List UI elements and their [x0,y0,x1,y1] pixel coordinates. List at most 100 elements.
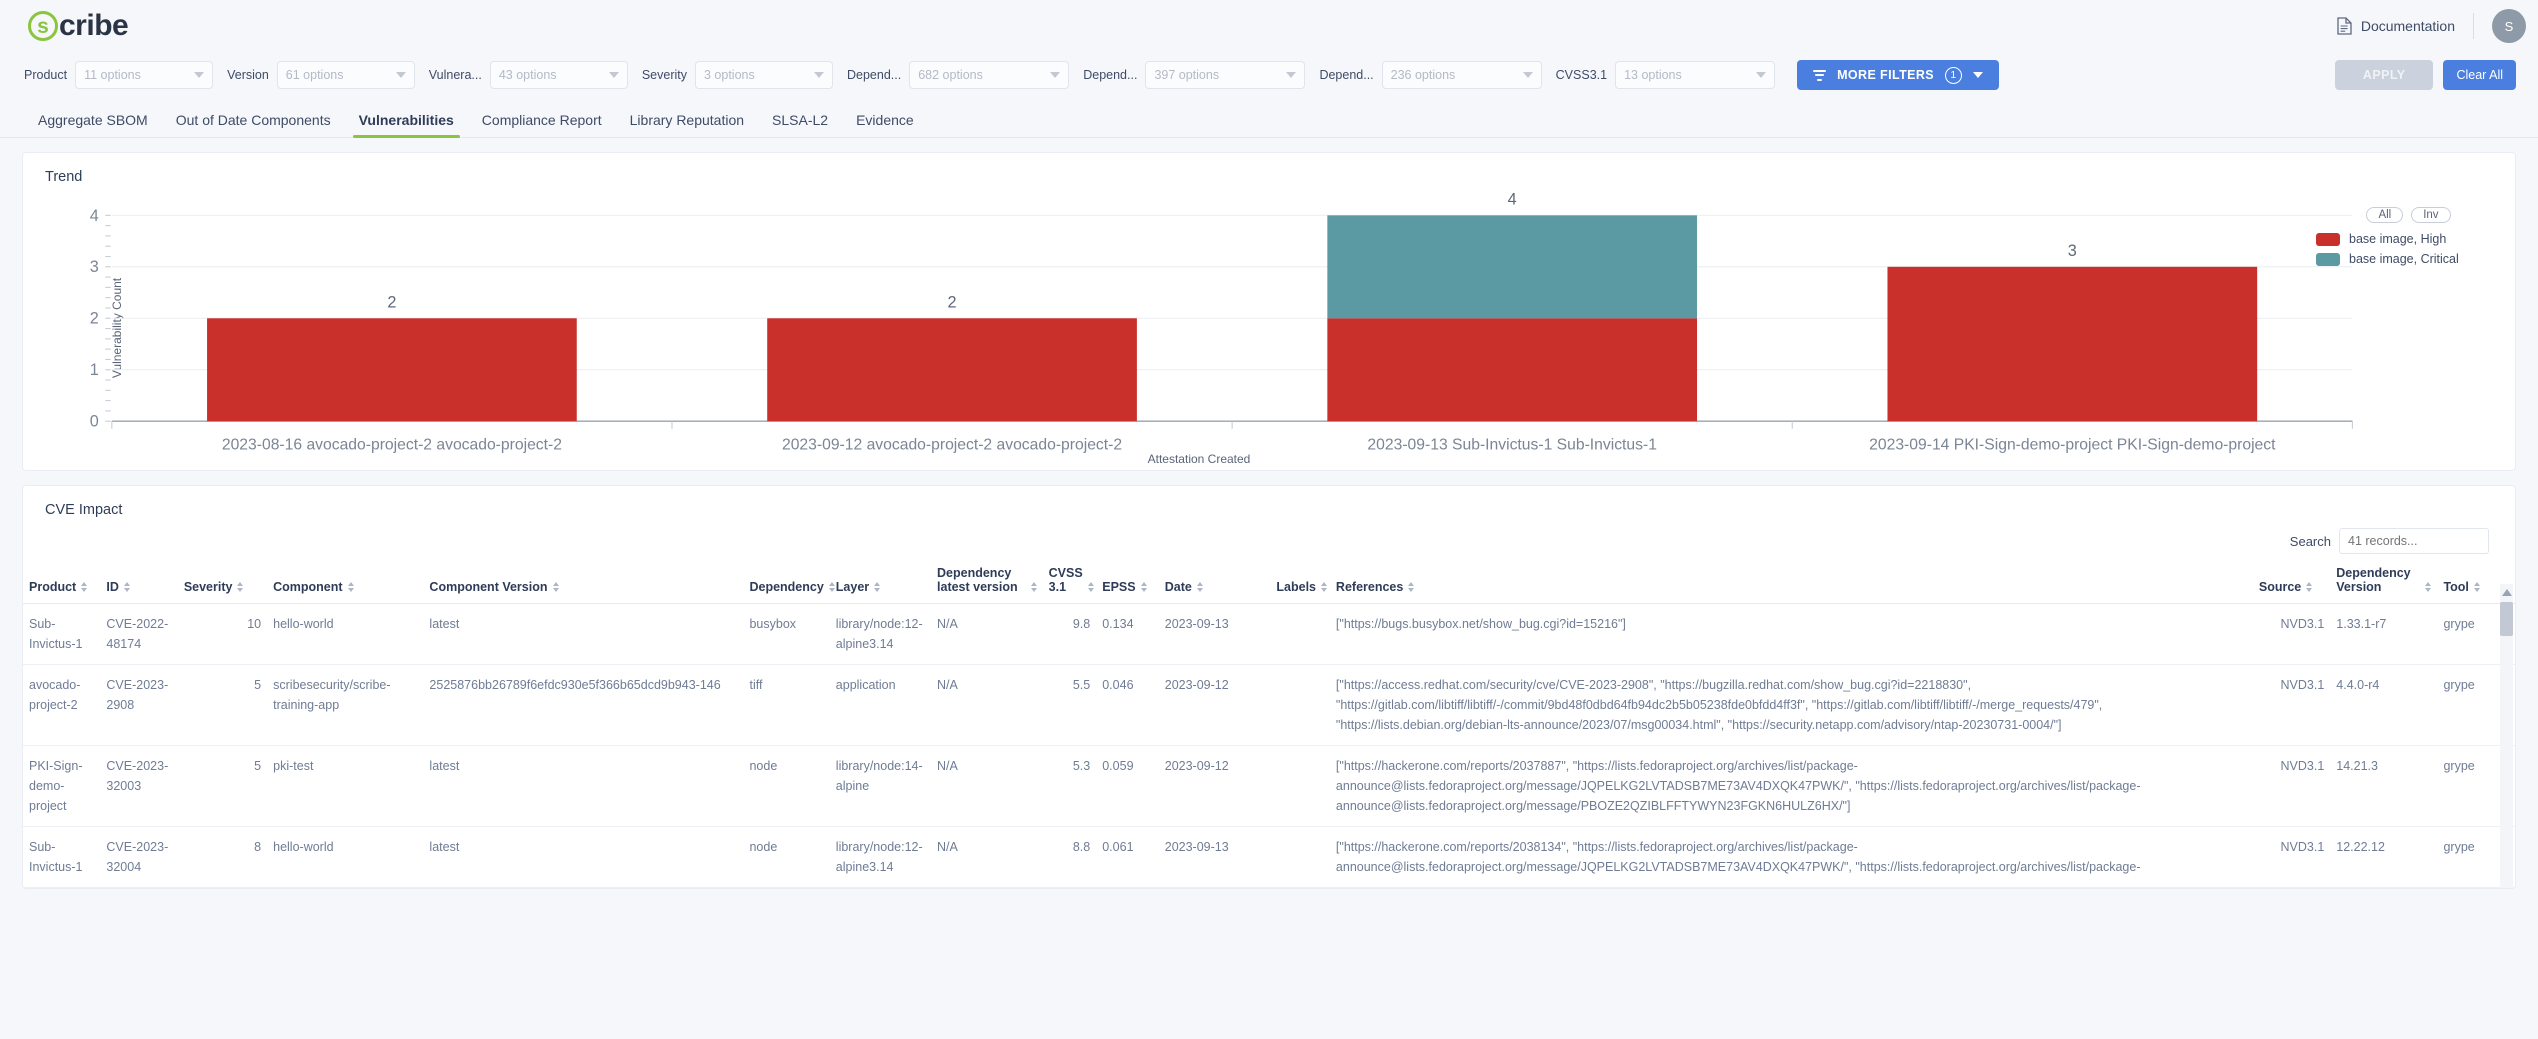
tab-aggregate-sbom[interactable]: Aggregate SBOM [24,112,162,137]
cell-id: CVE-2023-32004 [100,826,178,888]
cell-dependency-latest-version: N/A [931,826,1043,888]
filter-label-dependency-2: Depend... [1083,68,1138,82]
more-filters-count-badge: 1 [1945,66,1963,84]
cell-labels [1270,826,1330,888]
cell-id: CVE-2022-48174 [100,603,178,665]
filter-product: Product 11 options [24,61,214,89]
col-dependency-version[interactable]: Dependency Version [2330,562,2438,604]
tab-out-of-date-components[interactable]: Out of Date Components [162,112,345,137]
cell-dependency-version: 1.33.1-r7 [2330,603,2438,665]
cell-date: 2023-09-13 [1158,603,1271,665]
dependency-3-select[interactable]: 236 options [1381,61,1542,89]
table-row[interactable]: PKI-Sign-demo-project CVE-2023-32003 5 pki-… [23,745,2515,827]
col-epss[interactable]: EPSS [1096,562,1159,604]
cell-dependency: tiff [743,664,830,746]
severity-select[interactable]: 3 options [695,61,833,89]
scroll-up-button[interactable] [2500,584,2513,600]
col-layer[interactable]: Layer [829,562,932,604]
tab-slsa-l2[interactable]: SLSA-L2 [758,112,842,137]
svg-text:3: 3 [90,258,99,276]
chart-x-axis-title: Attestation Created [1147,452,1251,466]
cell-component: hello-world [267,603,424,665]
tab-library-reputation[interactable]: Library Reputation [616,112,758,137]
cell-cvss31: 9.8 [1042,603,1097,665]
more-filters-button[interactable]: MORE FILTERS 1 [1797,60,2000,90]
col-cvss31[interactable]: CVSS 3.1 [1042,562,1097,604]
trend-chart: Vulnerability Count 0 1 2 3 4 2 2023-08-16 avo… [23,185,2515,470]
filter-bar: Product 11 options Version 61 options Vu… [0,52,2538,98]
legend-label-critical: base image, Critical [2349,252,2459,266]
scrollbar-thumb[interactable] [2500,602,2513,636]
col-date[interactable]: Date [1158,562,1271,604]
col-severity[interactable]: Severity [177,562,268,604]
cell-severity: 5 [177,745,268,827]
version-select[interactable]: 61 options [276,61,415,89]
cvss31-select-value: 13 options [1624,68,1682,82]
search-input[interactable] [2339,528,2489,554]
cell-component-version: latest [423,603,744,665]
svg-text:2: 2 [90,310,99,328]
table-row[interactable]: Sub-Invictus-1 CVE-2022-48174 10 hello-worl… [23,603,2515,665]
version-select-value: 61 options [285,68,344,82]
legend-item-critical[interactable]: base image, Critical [2316,252,2501,266]
legend-item-high[interactable]: base image, High [2316,232,2501,246]
sort-icon [2473,582,2480,594]
cell-references: ["https://hackerone.com/reports/2037887"… [1329,745,2253,827]
cell-source: NVD3.1 [2252,745,2331,827]
col-dependency[interactable]: Dependency [743,562,835,604]
filter-version: Version 61 options [227,61,415,89]
chevron-down-icon [1286,72,1297,78]
legend-toggle-inv[interactable]: Inv [2411,207,2451,223]
cell-dependency-latest-version: N/A [931,664,1043,746]
brand-logo[interactable]: s cribe [28,9,129,43]
table-row[interactable]: Sub-Invictus-1 CVE-2023-32004 8 hello-world… [23,826,2515,888]
filter-icon [1813,69,1827,81]
table-row[interactable]: avocado-project-2 CVE-2023-2908 5 scribesec… [23,664,2515,746]
search-label: Search [2289,533,2331,549]
avatar[interactable]: S [2492,9,2526,43]
cell-layer: library/node:12-alpine3.14 [829,826,932,888]
product-select[interactable]: 11 options [75,61,214,89]
cell-layer: library/node:12-alpine3.14 [829,603,932,665]
dependency-1-select-value: 682 options [918,68,983,82]
more-filters-label: MORE FILTERS [1837,68,1935,82]
col-dependency-latest-version[interactable]: Dependency latest version [931,562,1043,604]
vulnerability-select[interactable]: 43 options [489,61,628,89]
col-source[interactable]: Source [2252,562,2331,604]
sort-icon [2306,582,2313,594]
clear-all-button[interactable]: Clear All [2443,60,2516,90]
sort-icon [123,582,130,594]
dependency-3-select-value: 236 options [1390,68,1456,82]
cell-severity: 10 [177,603,268,665]
dependency-2-select[interactable]: 397 options [1145,61,1306,89]
legend-swatch-high [2316,232,2340,246]
table-header-row: Product ID Severity Component Component … [23,562,2515,604]
col-id[interactable]: ID [100,562,178,604]
tab-compliance-report[interactable]: Compliance Report [468,112,616,137]
col-references[interactable]: References [1329,562,2253,604]
cve-impact-title: CVE Impact [45,502,123,518]
apply-button[interactable]: APPLY [2334,60,2434,90]
cell-dependency-latest-version: N/A [931,745,1043,827]
cvss31-select[interactable]: 13 options [1615,61,1776,89]
tab-evidence[interactable]: Evidence [842,112,928,137]
col-component[interactable]: Component [267,562,424,604]
cell-dependency: node [743,745,830,827]
cell-references: ["https://bugs.busybox.net/show_bug.cgi?… [1329,603,2253,665]
cell-product: Sub-Invictus-1 [23,603,101,665]
col-labels[interactable]: Labels [1270,562,1330,604]
cell-component-version: latest [423,745,744,827]
col-product[interactable]: Product [23,562,101,604]
table-search-row: Search [23,518,2515,562]
filter-severity: Severity 3 options [642,61,833,89]
documentation-link[interactable]: Documentation [2337,17,2455,35]
cell-references: ["https://access.redhat.com/security/cve… [1329,664,2253,746]
cve-impact-table: Product ID Severity Component Component … [23,562,2515,888]
tab-vulnerabilities[interactable]: Vulnerabilities [345,112,468,138]
sort-icon [1140,582,1147,594]
col-component-version[interactable]: Component Version [423,562,744,604]
cell-dependency-version: 12.22.12 [2330,826,2438,888]
legend-toggle-all[interactable]: All [2366,207,2404,223]
dependency-1-select[interactable]: 682 options [909,61,1070,89]
cell-component-version: latest [423,826,744,888]
